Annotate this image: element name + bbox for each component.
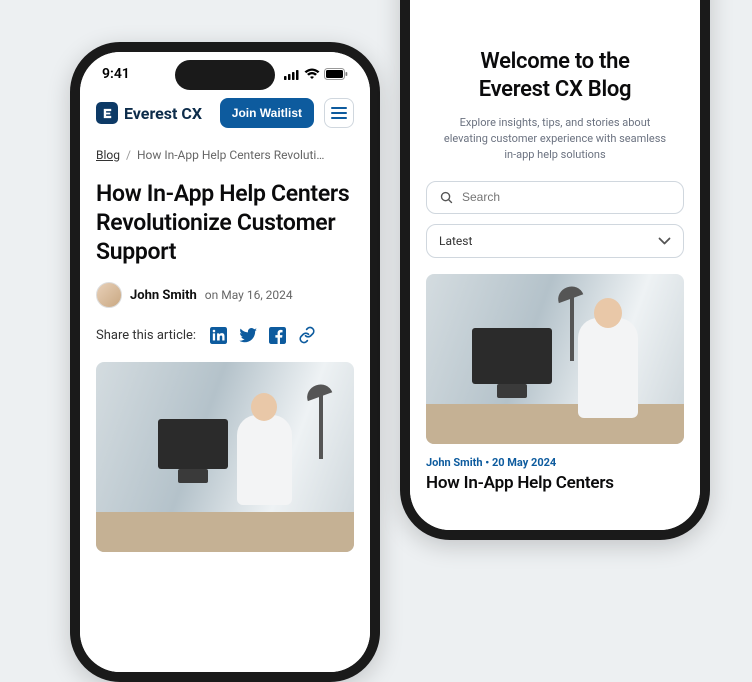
article-title: How In-App Help Centers Revolutionize Cu… (96, 180, 354, 266)
share-label: Share this article: (96, 328, 196, 343)
device-notch (175, 60, 275, 90)
share-icons (210, 326, 316, 344)
signal-icon (284, 69, 300, 80)
join-waitlist-button[interactable]: Join Waitlist (220, 98, 314, 128)
post-card-meta: John Smith • 20 May 2024 (410, 444, 700, 473)
sort-selected-label: Latest (439, 234, 472, 248)
phone-blog: Welcome to the Everest CX Blog Explore i… (400, 0, 710, 540)
phone-article: 9:41 Everest CX Join W (70, 42, 380, 682)
linkedin-icon[interactable] (210, 327, 227, 344)
breadcrumb: Blog / How In-App Help Centers Revolutio… (96, 148, 354, 162)
battery-icon (324, 68, 348, 80)
article-hero-image (96, 362, 354, 552)
blog-page-title: Welcome to the Everest CX Blog (426, 48, 684, 103)
header-actions: Join Waitlist (220, 98, 354, 128)
author-date: on May 16, 2024 (205, 288, 293, 302)
app-header: Everest CX Join Waitlist (80, 90, 370, 140)
article-content: Blog / How In-App Help Centers Revolutio… (80, 148, 370, 552)
post-card-author: John Smith (426, 456, 483, 469)
post-card-date: 20 May 2024 (492, 456, 556, 469)
hamburger-icon (331, 107, 347, 119)
author-row: John Smith on May 16, 2024 (96, 282, 354, 308)
search-input[interactable] (462, 190, 671, 204)
brand[interactable]: Everest CX (96, 102, 202, 124)
search-icon (439, 190, 454, 205)
post-card-title[interactable]: How In-App Help Centers (410, 473, 700, 493)
author-name: John Smith (130, 288, 197, 303)
article-screen: 9:41 Everest CX Join W (80, 52, 370, 672)
status-time: 9:41 (102, 66, 130, 82)
blog-header: Welcome to the Everest CX Blog Explore i… (410, 40, 700, 163)
blog-subtitle: Explore insights, tips, and stories abou… (426, 115, 684, 163)
brand-logo-icon (96, 102, 118, 124)
breadcrumb-root-link[interactable]: Blog (96, 148, 120, 162)
brand-name: Everest CX (124, 104, 202, 123)
status-indicators (284, 68, 348, 80)
wifi-icon (304, 68, 320, 80)
twitter-icon[interactable] (239, 328, 257, 343)
blog-controls: Latest (410, 181, 700, 258)
sort-dropdown[interactable]: Latest (426, 224, 684, 258)
share-row: Share this article: (96, 326, 354, 344)
search-input-wrapper[interactable] (426, 181, 684, 214)
breadcrumb-current: How In-App Help Centers Revolutionize Cu… (137, 148, 327, 162)
author-avatar (96, 282, 122, 308)
breadcrumb-separator: / (126, 148, 131, 162)
link-icon[interactable] (298, 326, 316, 344)
blog-screen: Welcome to the Everest CX Blog Explore i… (410, 0, 700, 530)
menu-button[interactable] (324, 98, 354, 128)
facebook-icon[interactable] (269, 327, 286, 344)
chevron-down-icon (658, 237, 671, 245)
post-card-image[interactable] (426, 274, 684, 444)
